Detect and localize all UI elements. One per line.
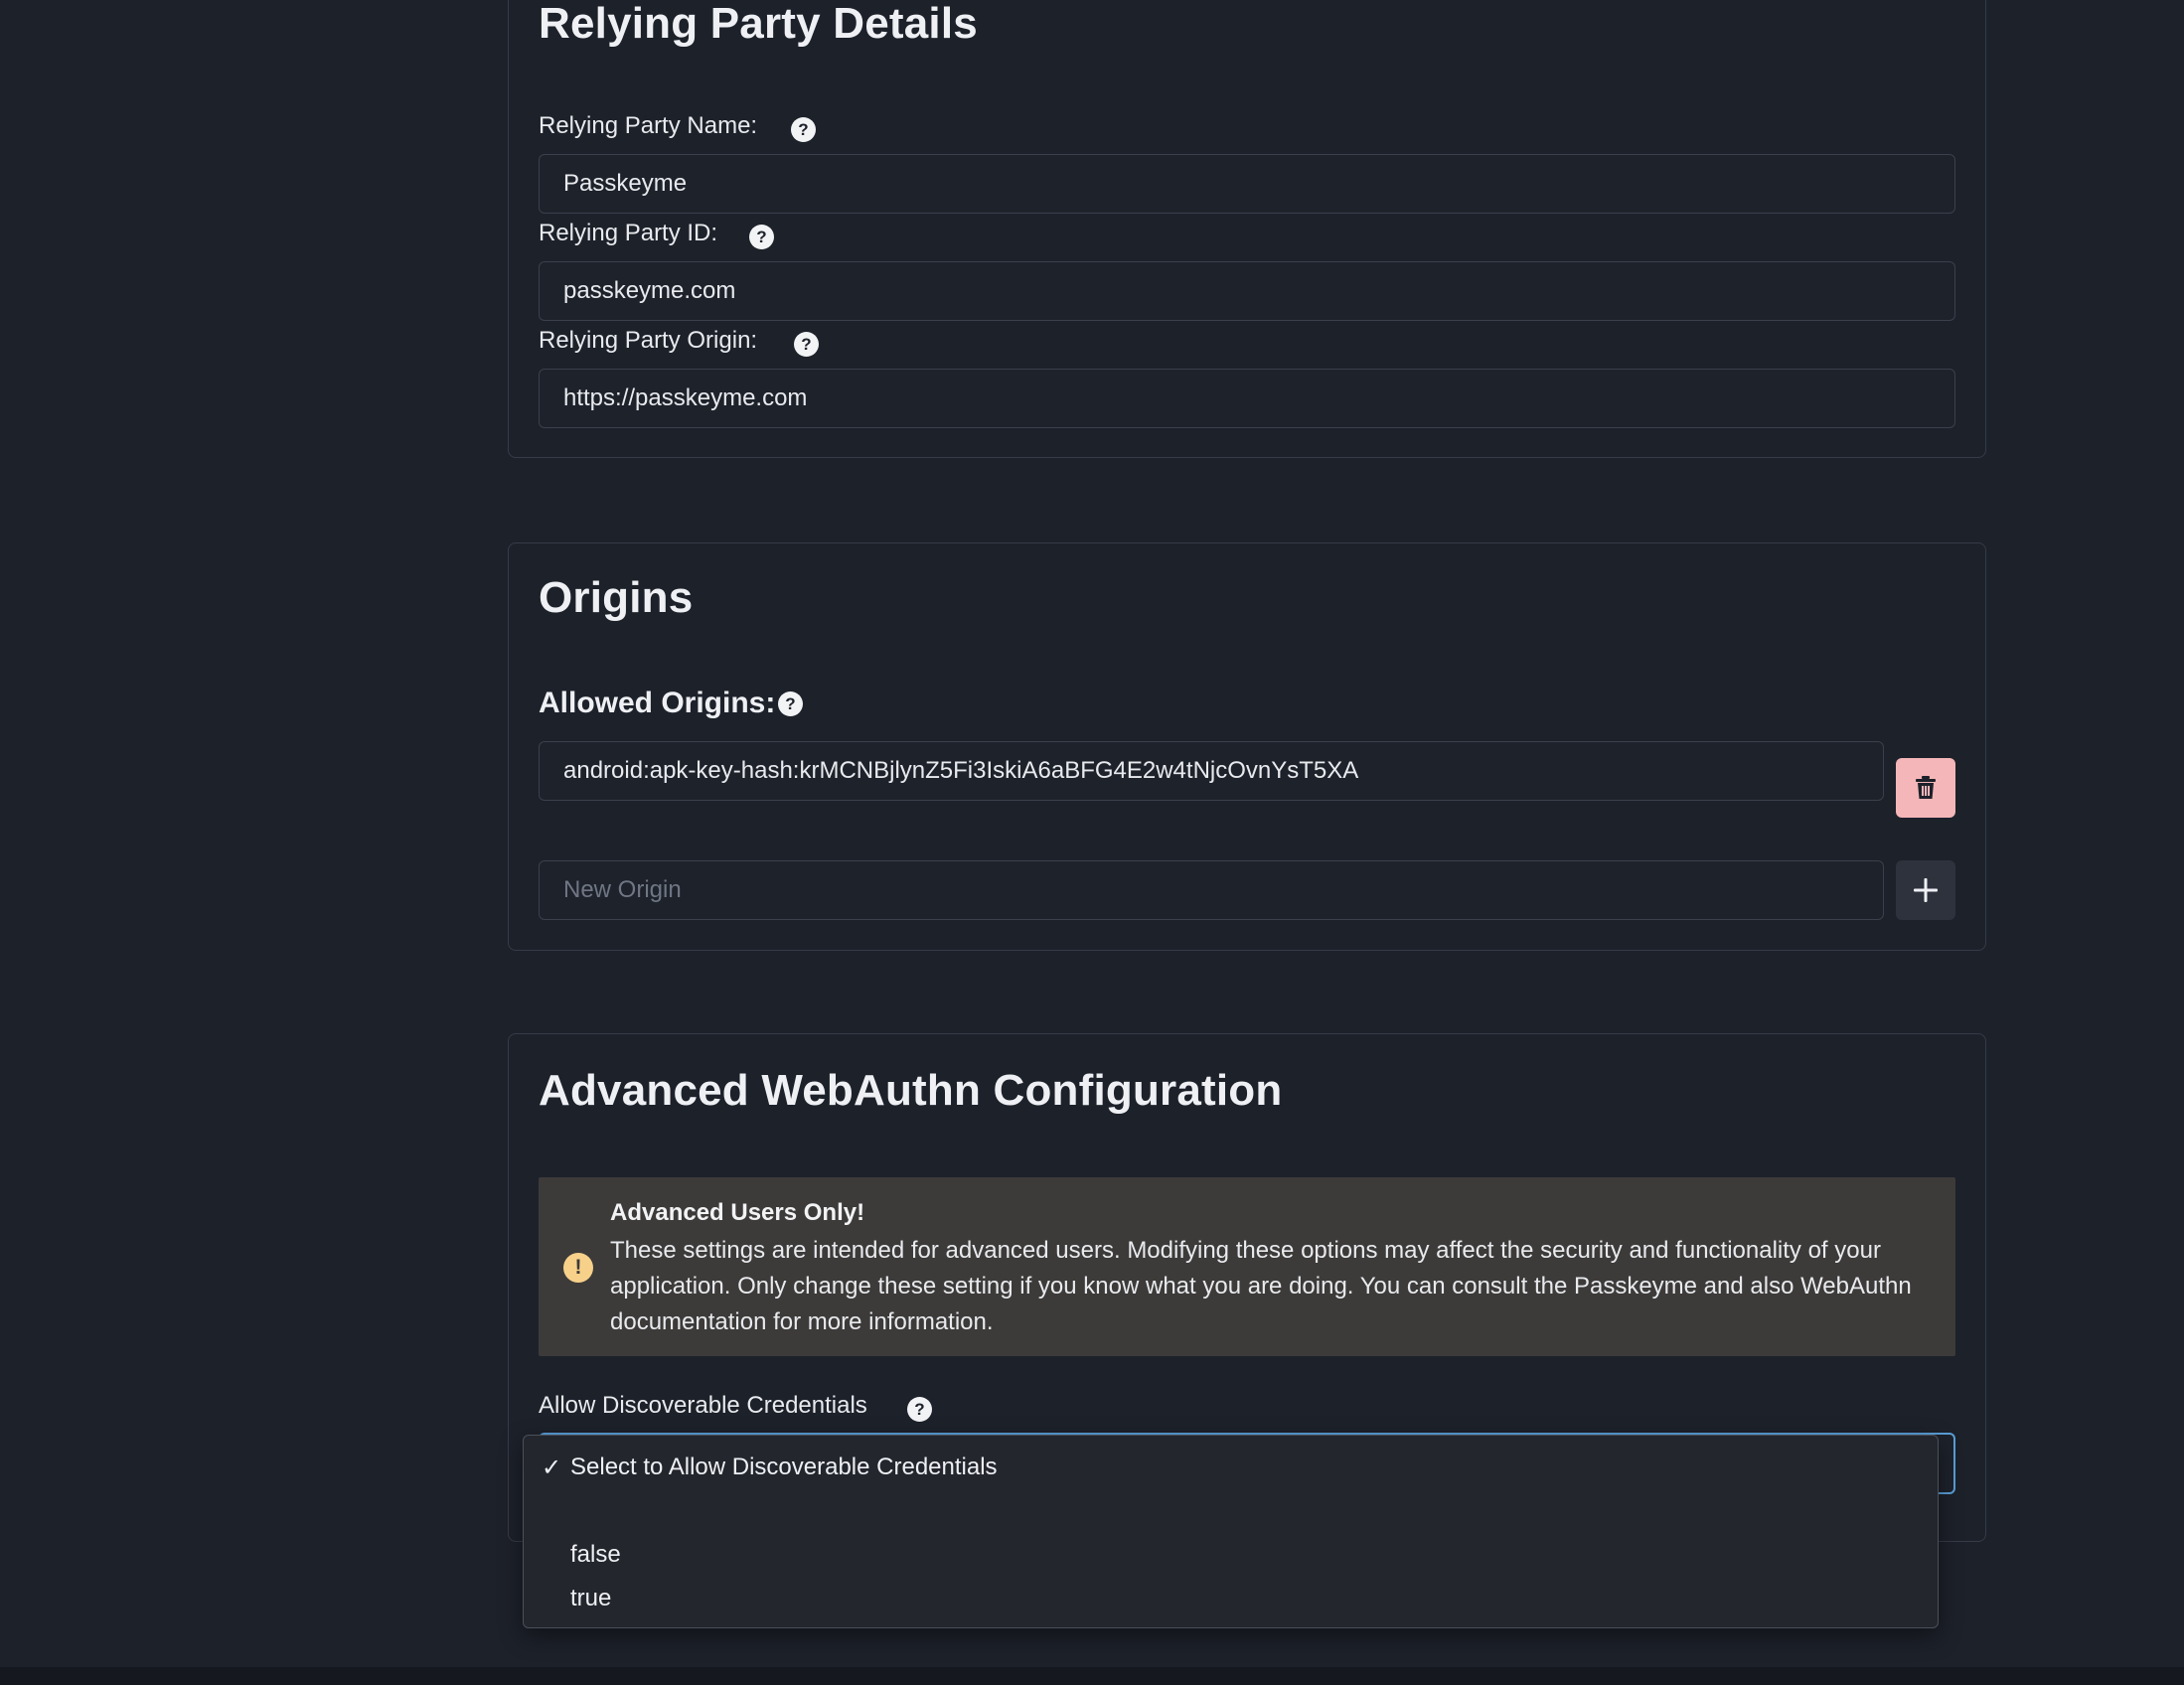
warning-body: These settings are intended for advanced… xyxy=(610,1237,1912,1335)
allowed-origins-label: Allowed Origins: xyxy=(539,687,776,719)
origins-card: Origins Allowed Origins: ? xyxy=(508,542,1986,951)
advanced-warning-alert: ! Advanced Users Only! These settings ar… xyxy=(539,1177,1955,1356)
warning-title: Advanced Users Only! xyxy=(610,1199,865,1226)
exclamation-icon: ! xyxy=(563,1253,593,1283)
origins-title: Origins xyxy=(539,573,694,622)
delete-origin-button[interactable] xyxy=(1896,758,1955,818)
allowed-origin-input[interactable] xyxy=(539,741,1884,801)
discoverable-credentials-dropdown: ✓ Select to Allow Discoverable Credentia… xyxy=(523,1435,1939,1628)
relying-party-origin-label: Relying Party Origin: xyxy=(539,327,758,354)
help-icon[interactable]: ? xyxy=(794,332,819,357)
help-icon[interactable]: ? xyxy=(749,225,774,249)
relying-party-id-input[interactable] xyxy=(539,261,1955,321)
add-origin-button[interactable] xyxy=(1896,860,1955,920)
discoverable-credentials-label: Allow Discoverable Credentials xyxy=(539,1392,867,1419)
relying-party-card: Relying Party Details Relying Party Name… xyxy=(508,0,1986,458)
plus-icon xyxy=(1914,878,1938,902)
footer-strip xyxy=(0,1667,2184,1685)
trash-icon xyxy=(1916,776,1936,799)
relying-party-id-label: Relying Party ID: xyxy=(539,220,718,246)
relying-party-origin-input[interactable] xyxy=(539,369,1955,428)
relying-party-name-label: Relying Party Name: xyxy=(539,112,758,139)
help-icon[interactable]: ? xyxy=(778,691,803,716)
check-icon: ✓ xyxy=(542,1455,562,1481)
page: Relying Party Details Relying Party Name… xyxy=(0,0,2184,1685)
relying-party-title: Relying Party Details xyxy=(539,0,978,48)
help-icon[interactable]: ? xyxy=(791,117,816,142)
advanced-webauthn-title: Advanced WebAuthn Configuration xyxy=(539,1066,1283,1115)
dropdown-option-true[interactable]: true xyxy=(570,1585,611,1612)
dropdown-option-placeholder[interactable]: Select to Allow Discoverable Credentials xyxy=(570,1454,998,1481)
help-icon[interactable]: ? xyxy=(907,1397,932,1422)
dropdown-option-false[interactable]: false xyxy=(570,1541,621,1569)
new-origin-input[interactable] xyxy=(539,860,1884,920)
relying-party-name-input[interactable] xyxy=(539,154,1955,214)
